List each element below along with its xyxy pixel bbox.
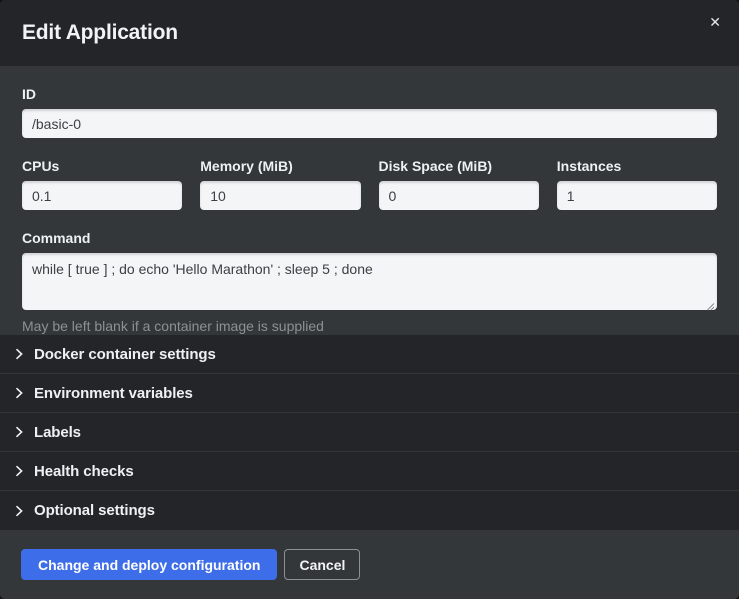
textarea-resize-handle[interactable] xyxy=(705,298,715,308)
close-button[interactable]: ✕ xyxy=(703,12,727,34)
modal-header: Edit Application ✕ xyxy=(0,0,739,66)
section-label: Optional settings xyxy=(34,502,155,519)
command-label: Command xyxy=(22,230,717,247)
section-labels[interactable]: Labels xyxy=(0,413,739,452)
change-and-deploy-button[interactable]: Change and deploy configuration xyxy=(21,549,277,580)
memory-field-group: Memory (MiB) xyxy=(200,158,360,210)
cancel-button[interactable]: Cancel xyxy=(284,549,360,580)
chevron-right-icon xyxy=(15,505,23,517)
chevron-right-icon xyxy=(15,387,23,399)
section-health-checks[interactable]: Health checks xyxy=(0,452,739,491)
command-textarea-wrap: while [ true ] ; do echo 'Hello Marathon… xyxy=(22,253,717,310)
section-label: Environment variables xyxy=(34,385,193,402)
chevron-right-icon xyxy=(15,465,23,477)
chevron-right-icon xyxy=(15,426,23,438)
instances-field-group: Instances xyxy=(557,158,717,210)
section-docker-container-settings[interactable]: Docker container settings xyxy=(0,335,739,374)
section-optional-settings[interactable]: Optional settings xyxy=(0,491,739,530)
collapsible-sections: Docker container settings Environment va… xyxy=(0,335,739,530)
section-label: Health checks xyxy=(34,463,134,480)
section-label: Labels xyxy=(34,424,81,441)
id-label: ID xyxy=(22,86,717,103)
section-environment-variables[interactable]: Environment variables xyxy=(0,374,739,413)
instances-input[interactable] xyxy=(557,181,717,210)
disk-input[interactable] xyxy=(379,181,539,210)
id-input[interactable] xyxy=(22,109,717,138)
instances-label: Instances xyxy=(557,158,717,175)
memory-input[interactable] xyxy=(200,181,360,210)
resize-grip-icon xyxy=(705,301,715,311)
command-textarea[interactable]: while [ true ] ; do echo 'Hello Marathon… xyxy=(22,253,717,310)
resources-row: CPUs Memory (MiB) Disk Space (MiB) Insta… xyxy=(22,158,717,210)
disk-field-group: Disk Space (MiB) xyxy=(379,158,539,210)
cpus-field-group: CPUs xyxy=(22,158,182,210)
modal-footer: Change and deploy configuration Cancel xyxy=(0,530,739,599)
disk-label: Disk Space (MiB) xyxy=(379,158,539,175)
id-field-group: ID xyxy=(22,86,717,138)
section-label: Docker container settings xyxy=(34,346,216,363)
cpus-input[interactable] xyxy=(22,181,182,210)
edit-application-modal: Edit Application ✕ ID CPUs Memory (MiB) … xyxy=(0,0,739,599)
chevron-right-icon xyxy=(15,348,23,360)
command-help-text: May be left blank if a container image i… xyxy=(22,317,717,335)
modal-title: Edit Application xyxy=(22,21,178,45)
close-icon: ✕ xyxy=(709,15,721,31)
cpus-label: CPUs xyxy=(22,158,182,175)
modal-body: ID CPUs Memory (MiB) Disk Space (MiB) In… xyxy=(0,66,739,335)
memory-label: Memory (MiB) xyxy=(200,158,360,175)
command-field-group: Command while [ true ] ; do echo 'Hello … xyxy=(22,230,717,335)
